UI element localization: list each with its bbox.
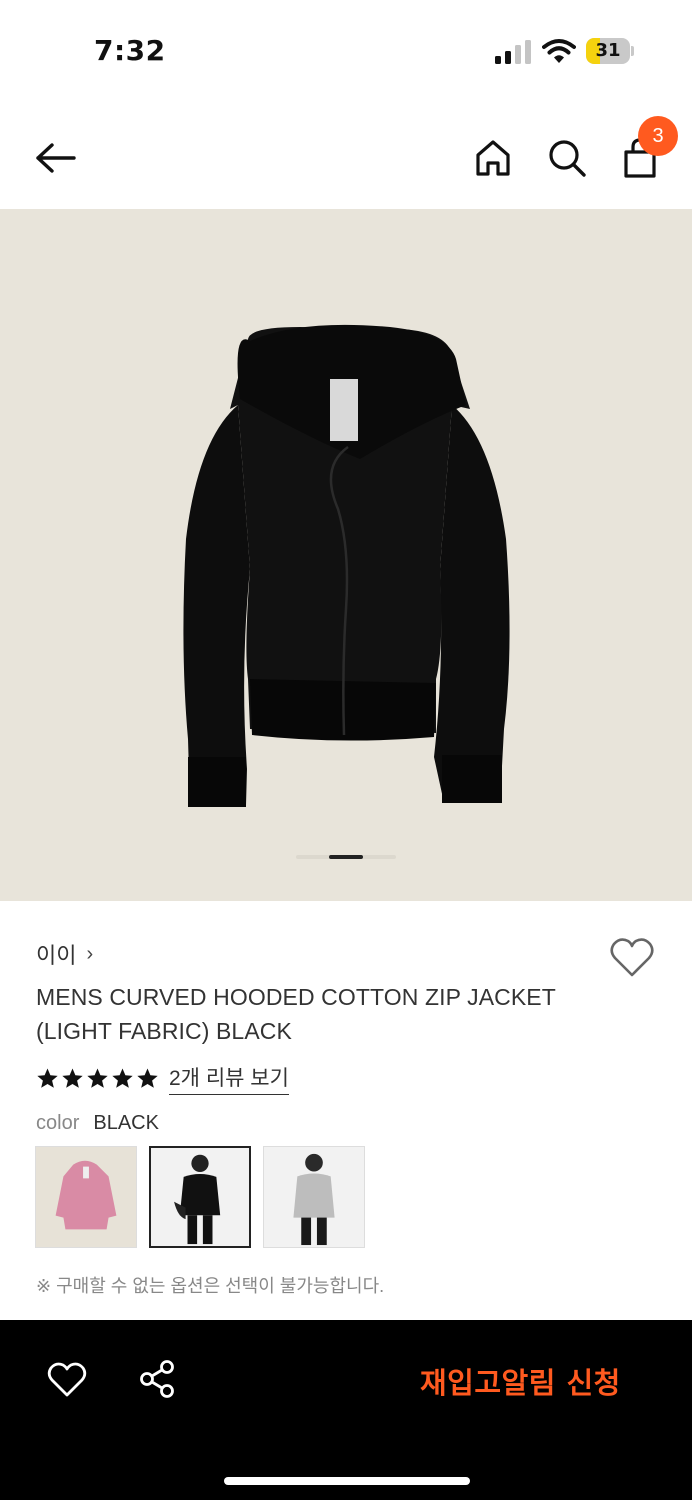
home-button[interactable]: [470, 134, 516, 182]
option-notice: ※ 구매할 수 없는 옵션은 선택이 불가능합니다.: [36, 1276, 385, 1296]
wifi-icon: [542, 39, 576, 63]
bottom-wishlist-button[interactable]: [46, 1358, 88, 1400]
product-photo: [0, 209, 692, 901]
battery-icon: 31: [586, 38, 634, 64]
signal-icon: [495, 40, 531, 64]
star-icon: [112, 1068, 133, 1088]
search-icon: [549, 140, 586, 177]
wishlist-button[interactable]: [608, 934, 656, 980]
star-icon: [62, 1068, 83, 1088]
brand-link[interactable]: 이이 ›: [36, 938, 93, 970]
top-navigation: [0, 110, 692, 206]
heart-outline-icon: [610, 938, 654, 977]
back-arrow-icon: [36, 143, 76, 173]
rating-row: 2개 리뷰 보기: [36, 1062, 289, 1095]
swatch-pink[interactable]: [35, 1146, 137, 1248]
carousel-indicator-active: [329, 855, 363, 859]
grey-jacket-model-thumbnail: [264, 1147, 364, 1247]
cart-count-badge: 3: [638, 116, 678, 156]
swatch-black[interactable]: [149, 1146, 251, 1248]
rating-stars: [36, 1067, 159, 1090]
chevron-right-icon: ›: [86, 942, 94, 965]
heart-icon: [47, 1362, 87, 1397]
swatch-grey[interactable]: [263, 1146, 365, 1248]
restock-alert-button[interactable]: 재입고알림 신청: [420, 1360, 621, 1402]
color-value: BLACK: [93, 1112, 159, 1134]
carousel-indicator: [296, 855, 396, 859]
star-icon: [87, 1068, 108, 1088]
color-label: color: [36, 1112, 80, 1134]
bottom-action-bar: 재입고알림 신청: [0, 1320, 692, 1500]
share-button[interactable]: [136, 1358, 178, 1400]
pink-hoodie-thumbnail: [36, 1147, 136, 1247]
review-link[interactable]: 2개 리뷰 보기: [169, 1062, 289, 1095]
status-bar: 7:32 31: [0, 0, 692, 100]
battery-level: 31: [595, 40, 621, 61]
brand-name: 이이: [36, 943, 77, 968]
star-icon: [137, 1068, 158, 1088]
back-button[interactable]: [30, 134, 82, 182]
product-name: MENS CURVED HOODED COTTON ZIP JACKET (LI…: [36, 984, 556, 1044]
home-indicator[interactable]: [224, 1477, 470, 1485]
status-time: 7:32: [94, 34, 166, 67]
color-swatches: [35, 1146, 365, 1248]
product-image-carousel[interactable]: [0, 209, 692, 901]
home-icon: [476, 140, 510, 176]
color-row: color BLACK: [36, 1112, 159, 1135]
search-button[interactable]: [544, 134, 590, 182]
share-icon: [140, 1360, 174, 1398]
black-jacket-model-thumbnail: [151, 1148, 249, 1246]
star-icon: [37, 1068, 58, 1088]
